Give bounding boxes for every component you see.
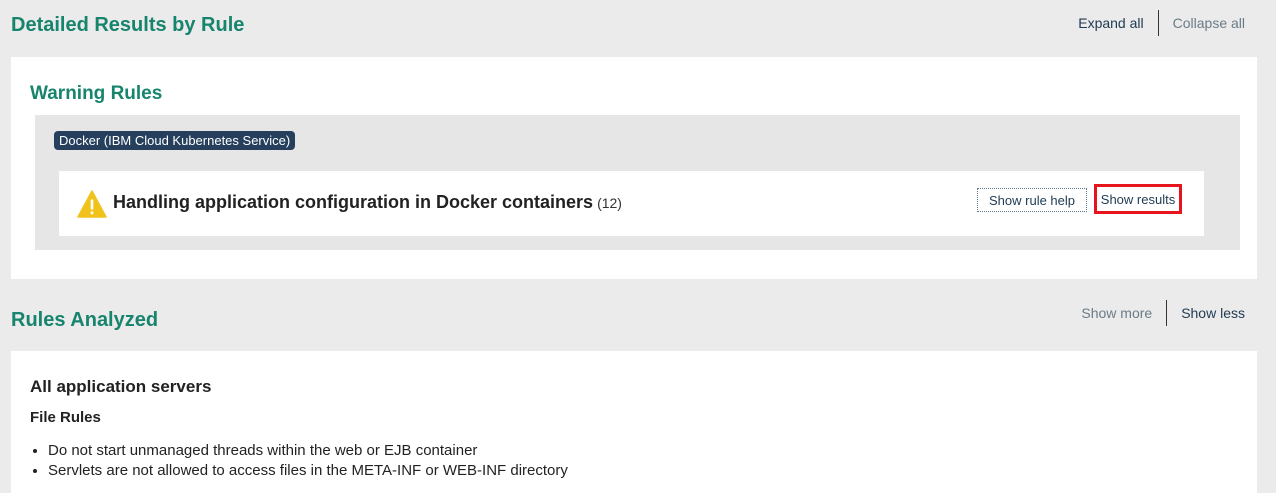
rules-analyzed-header: Rules Analyzed Show more Show less: [0, 280, 1276, 350]
rules-analyzed-card: All application servers File Rules Do no…: [11, 351, 1257, 493]
warning-rules-title: Warning Rules: [30, 83, 163, 104]
warning-rules-card: Warning Rules Docker (IBM Cloud Kubernet…: [11, 57, 1257, 279]
rule-title-text: Handling application configuration in Do…: [113, 192, 594, 212]
detailed-results-title: Detailed Results by Rule: [11, 14, 245, 36]
detailed-results-header: Detailed Results by Rule Expand all Coll…: [0, 0, 1276, 56]
show-more-link[interactable]: Show more: [1081, 305, 1152, 321]
rule-title: Handling application configuration in Do…: [113, 192, 622, 213]
show-results-button[interactable]: Show results: [1094, 184, 1182, 214]
list-item: Servlets are not allowed to access files…: [48, 461, 568, 481]
rule-count: (12): [597, 195, 622, 211]
collapse-all-link[interactable]: Collapse all: [1173, 15, 1245, 31]
group-tag: Docker (IBM Cloud Kubernetes Service): [54, 131, 296, 150]
divider: [1166, 300, 1168, 326]
server-group-title: All application servers: [30, 377, 212, 396]
show-less-link[interactable]: Show less: [1181, 305, 1245, 321]
rule-category-title: File Rules: [30, 409, 101, 426]
show-rule-help-button[interactable]: Show rule help: [977, 188, 1087, 212]
rule-list: Do not start unmanaged threads within th…: [30, 441, 568, 481]
show-more-less-controls: Show more Show less: [1081, 300, 1245, 326]
warning-triangle-icon: [77, 190, 107, 218]
expand-all-link[interactable]: Expand all: [1078, 15, 1143, 31]
page: Detailed Results by Rule Expand all Coll…: [0, 0, 1276, 493]
list-item: Do not start unmanaged threads within th…: [48, 441, 568, 461]
rule-row: Handling application configuration in Do…: [59, 171, 1204, 236]
rule-group: Docker (IBM Cloud Kubernetes Service) Ha…: [35, 115, 1240, 250]
expand-collapse-controls: Expand all Collapse all: [1078, 10, 1245, 36]
rules-analyzed-title: Rules Analyzed: [11, 309, 159, 331]
divider: [1157, 10, 1159, 36]
